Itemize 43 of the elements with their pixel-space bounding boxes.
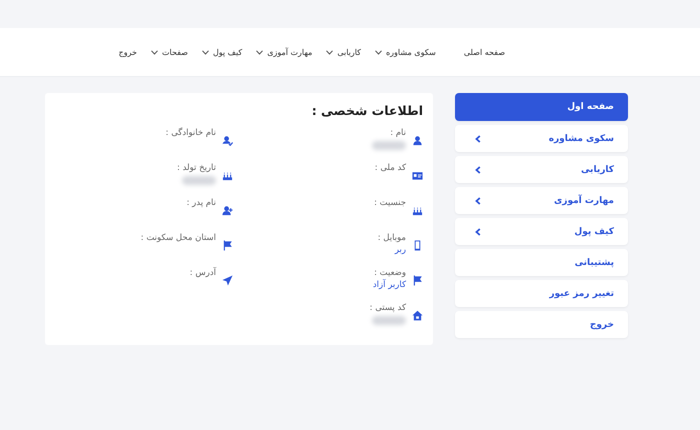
cake-icon <box>412 205 423 216</box>
navigation-arrow-icon <box>222 275 233 286</box>
sidebar-item[interactable]: پشتیبانی <box>455 249 628 276</box>
field-label: نام خانوادگی : <box>166 128 216 138</box>
section-title: اطلاعات شخصی : <box>310 103 423 118</box>
field-label: جنسیت : <box>374 198 406 208</box>
field-label: تاریخ تولد : <box>177 163 216 173</box>
field-label: استان محل سکونت : <box>140 233 216 243</box>
sidebar-item[interactable]: خروج <box>455 311 628 338</box>
nav-link[interactable]: صفحه اصلی <box>464 48 505 56</box>
nav-link[interactable]: صفحات <box>150 48 188 56</box>
field-label: وضعیت : <box>373 268 406 278</box>
field-label: کد ملی : <box>374 163 406 173</box>
sidebar-item[interactable]: مهارت آموزی <box>455 187 628 214</box>
sidebar-item[interactable]: کاریابی <box>455 156 628 183</box>
sidebar-item[interactable]: سکوی مشاوره <box>455 125 628 152</box>
person-add-icon <box>222 205 233 216</box>
person-icon <box>412 135 423 146</box>
field-value: ربر <box>394 245 406 255</box>
field-label: کد پستی : <box>370 303 406 313</box>
nav-link[interactable]: کاریابی <box>326 48 361 56</box>
nav-link[interactable]: کیف پول <box>202 48 242 56</box>
nav-link[interactable]: سکوی مشاوره <box>374 48 436 56</box>
id-card-icon <box>412 170 423 181</box>
phone-icon <box>412 240 423 251</box>
sidebar-item[interactable]: صفحه اول <box>455 93 628 121</box>
blurred-value <box>372 316 406 325</box>
field-label: نام پدر : <box>186 198 216 208</box>
flag-icon <box>222 240 233 251</box>
blurred-value <box>182 176 216 185</box>
blurred-value <box>372 141 406 150</box>
sidebar-item[interactable]: تغییر رمز عبور <box>455 280 628 307</box>
field-label: آدرس : <box>190 268 216 278</box>
field-label: نام : <box>389 128 406 138</box>
field-value: کاربر آزاد <box>372 280 406 290</box>
nav-link[interactable]: مهارت آموزی <box>256 48 312 56</box>
flag-icon <box>412 275 423 286</box>
field-label: موبایل : <box>378 233 406 243</box>
nav-link[interactable]: خروج <box>118 48 137 56</box>
sidebar-item[interactable]: کیف پول <box>455 218 628 245</box>
cake-icon <box>222 170 233 181</box>
person-check-icon <box>222 135 233 146</box>
house-icon <box>412 310 423 321</box>
